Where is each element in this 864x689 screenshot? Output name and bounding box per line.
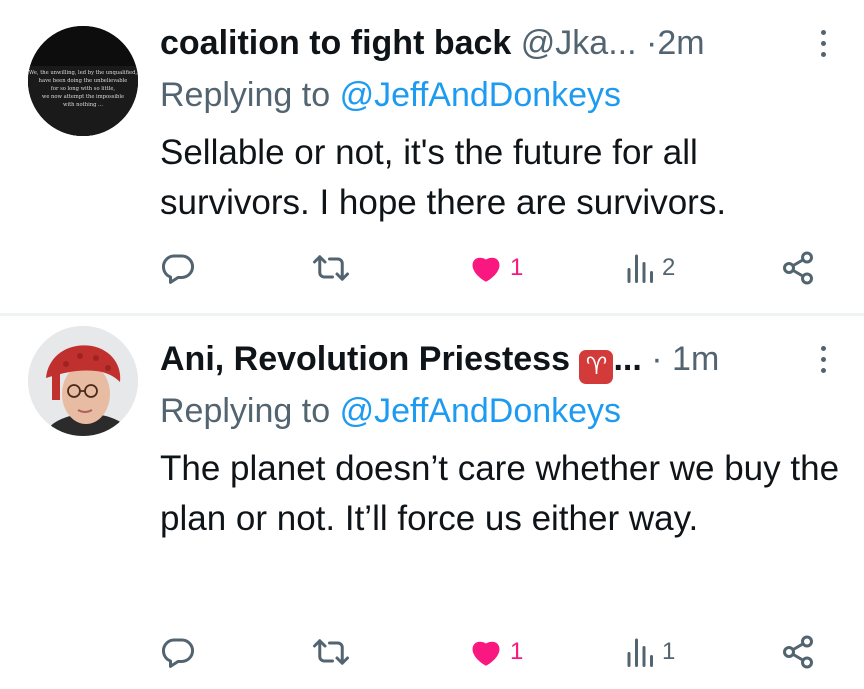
retweet-button[interactable] <box>312 632 350 672</box>
replying-to-label: Replying to <box>160 392 331 430</box>
svg-text:we now attempt the impossible: we now attempt the impossible <box>42 94 124 100</box>
aries-emoji-icon: ♈ <box>579 350 614 384</box>
view-count: 1 <box>662 638 676 665</box>
tweet[interactable]: Ani, Revolution Priestess ♈... · 1m Repl… <box>0 316 864 689</box>
share-icon <box>783 635 813 669</box>
share-button[interactable] <box>780 632 816 672</box>
share-icon <box>783 251 813 285</box>
heart-filled-icon <box>472 641 500 666</box>
author-handle[interactable]: @Jka... <box>521 24 637 62</box>
tweet-text: Sellable or not, it's the future for all… <box>160 133 727 222</box>
timestamp[interactable]: 1m <box>672 340 719 378</box>
share-button[interactable] <box>780 248 816 288</box>
separator: · <box>646 24 658 62</box>
retweet-icon <box>313 639 349 665</box>
views-button[interactable]: 1 <box>626 632 675 672</box>
reply-button[interactable] <box>160 248 196 288</box>
like-button[interactable]: 1 <box>468 248 523 288</box>
more-icon[interactable] <box>818 346 828 376</box>
reply-icon <box>161 638 195 668</box>
svg-text:with nothing ...: with nothing ... <box>63 102 103 108</box>
svg-text:We, the unwilling, led by the: We, the unwilling, led by the unqualifie… <box>29 70 137 76</box>
like-count: 1 <box>510 638 524 665</box>
replying-to: Replying to @JeffAndDonkeys <box>160 74 621 116</box>
view-count: 2 <box>662 254 676 281</box>
reply-icon <box>161 254 195 284</box>
like-count: 1 <box>510 254 524 281</box>
tweet-text: The planet doesn’t care whether we buy t… <box>160 449 840 538</box>
author-name[interactable]: coalition to fight back <box>160 24 511 62</box>
timestamp[interactable]: 2m <box>657 24 704 62</box>
views-icon <box>627 638 653 667</box>
action-bar: 1 2 <box>160 248 864 288</box>
separator: · <box>651 340 663 378</box>
name-truncation: ... <box>613 340 642 378</box>
reply-mention-link[interactable]: @JeffAndDonkeys <box>340 392 621 430</box>
views-icon <box>627 254 653 283</box>
author-name[interactable]: Ani, Revolution Priestess <box>160 340 570 378</box>
action-bar: 1 1 <box>160 632 864 672</box>
reply-mention-link[interactable]: @JeffAndDonkeys <box>340 76 621 114</box>
svg-text:for so long with so little,: for so long with so little, <box>51 86 116 92</box>
avatar[interactable]: We, the unwilling, led by the unqualifie… <box>28 26 138 136</box>
like-button[interactable]: 1 <box>468 632 523 672</box>
views-button[interactable]: 2 <box>626 248 675 288</box>
more-icon[interactable] <box>818 30 828 60</box>
svg-text:have been doing the unbelievab: have been doing the unbelievable <box>39 78 128 84</box>
replying-to: Replying to @JeffAndDonkeys <box>160 390 621 432</box>
replying-to-label: Replying to <box>160 76 331 114</box>
tweet[interactable]: We, the unwilling, led by the unqualifie… <box>0 0 864 313</box>
avatar[interactable] <box>28 326 138 436</box>
retweet-button[interactable] <box>312 248 350 288</box>
heart-filled-icon <box>472 257 500 282</box>
tweet-header: Ani, Revolution Priestess ♈... · 1m <box>160 338 850 384</box>
retweet-icon <box>313 255 349 281</box>
tweet-header: coalition to fight back @Jka... ·2m <box>160 22 850 64</box>
reply-button[interactable] <box>160 632 196 672</box>
